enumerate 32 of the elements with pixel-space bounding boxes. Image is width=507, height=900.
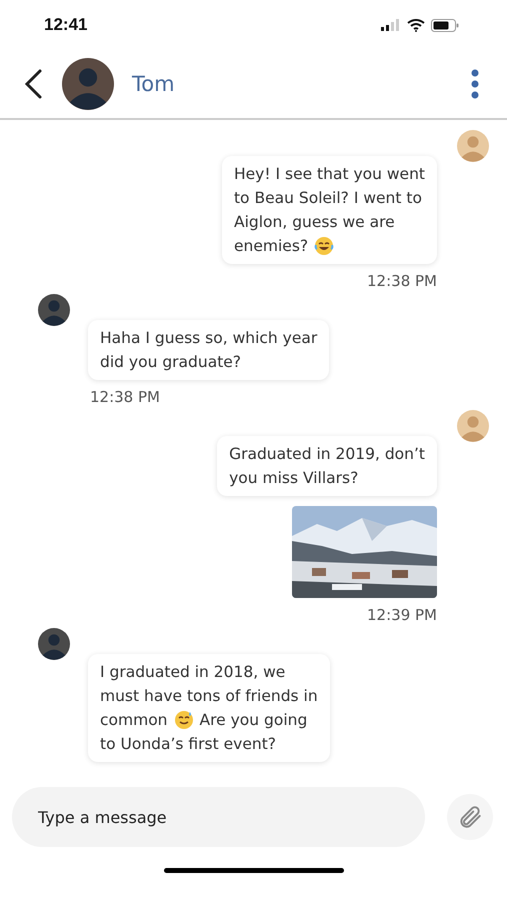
message-text: to Beau Soleil? I went to xyxy=(234,188,422,209)
message-time: 12:39 PM xyxy=(367,606,437,624)
sweat-smile-icon xyxy=(174,710,194,730)
avatar xyxy=(38,628,70,660)
attach-button[interactable] xyxy=(447,794,493,840)
more-icon[interactable] xyxy=(471,69,479,99)
avatar xyxy=(62,58,114,110)
message-text: to Uonda’s first event? xyxy=(100,734,276,755)
message-text: I graduated in 2018, we xyxy=(100,662,286,683)
message-text: Aiglon, guess we are xyxy=(234,212,395,233)
message-text: enemies? xyxy=(234,236,308,257)
message-text: must have tons of friends in xyxy=(100,686,318,707)
avatar xyxy=(457,410,489,442)
avatar xyxy=(38,294,70,326)
message-input[interactable]: Type a message xyxy=(12,787,425,847)
back-icon[interactable] xyxy=(22,68,44,100)
avatar xyxy=(457,130,489,162)
message-text: Haha I guess so, which year xyxy=(100,328,318,349)
signal-icon xyxy=(381,19,401,31)
message-time: 12:38 PM xyxy=(367,272,437,290)
laughing-face-icon xyxy=(314,236,334,256)
message-text: Graduated in 2019, don’t xyxy=(229,444,425,465)
contact-name: Tom xyxy=(132,72,176,96)
message-text: you miss Villars? xyxy=(229,468,358,489)
status-time: 12:41 xyxy=(44,15,88,35)
message-time: 12:38 PM xyxy=(90,388,160,406)
message-text: common xyxy=(100,710,168,731)
message-text: Hey! I see that you went xyxy=(234,164,425,185)
message-text: Are you going xyxy=(200,710,308,731)
battery-icon xyxy=(431,18,459,32)
message-text: did you graduate? xyxy=(100,352,242,373)
wifi-icon xyxy=(407,18,425,32)
